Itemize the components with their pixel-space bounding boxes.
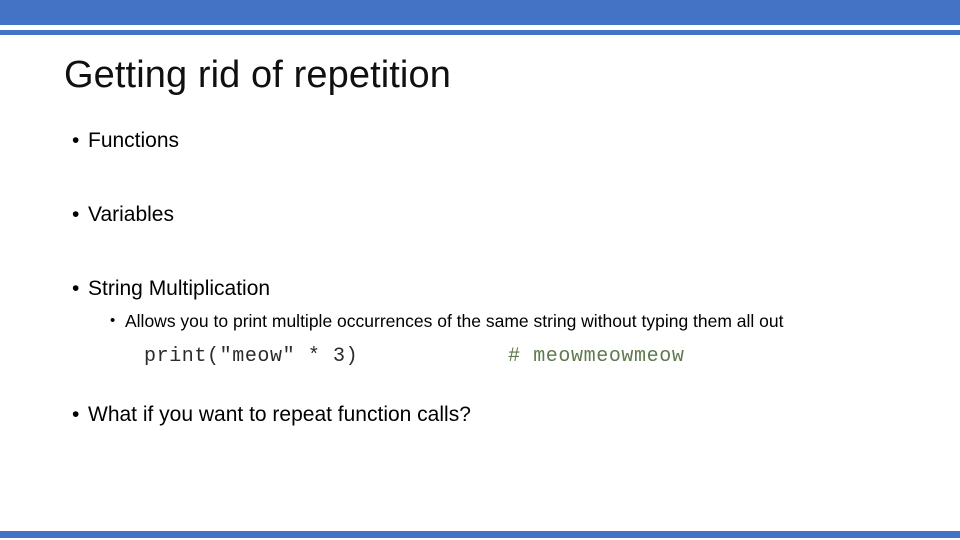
bullet-string-multiplication: • String Multiplication <box>0 276 960 302</box>
page-title: Getting rid of repetition <box>64 54 451 96</box>
bullet-functions: • Functions <box>0 128 960 154</box>
sub-bullet-allows-print-label: Allows you to print multiple occurrences… <box>125 311 784 331</box>
bullet-repeat-function-calls: • What if you want to repeat function ca… <box>0 402 960 428</box>
sub-bullet-allows-print: • Allows you to print multiple occurrenc… <box>0 310 960 332</box>
bullet-repeat-function-calls-label: What if you want to repeat function call… <box>88 403 471 426</box>
sub-bullet-marker-icon: • <box>110 312 116 329</box>
top-accent-rule <box>0 30 960 35</box>
bottom-accent-band <box>0 531 960 538</box>
bullet-variables-label: Variables <box>88 203 174 226</box>
bullet-marker-icon: • <box>72 277 80 300</box>
bullet-marker-icon: • <box>72 203 80 226</box>
bullet-string-multiplication-label: String Multiplication <box>88 277 271 300</box>
bullet-functions-label: Functions <box>88 129 180 152</box>
code-statement: print("meow" * 3) <box>144 345 359 368</box>
code-output-comment: # meowmeowmeow <box>508 345 685 368</box>
slide: Getting rid of repetition • Functions • … <box>0 0 960 540</box>
bullet-variables: • Variables <box>0 202 960 228</box>
top-accent-band <box>0 0 960 25</box>
bullet-marker-icon: • <box>72 403 80 426</box>
code-example: print("meow" * 3) # meowmeowmeow <box>0 344 960 370</box>
slide-body: • Functions • Variables • String Multipl… <box>0 128 960 428</box>
bullet-marker-icon: • <box>72 129 80 152</box>
